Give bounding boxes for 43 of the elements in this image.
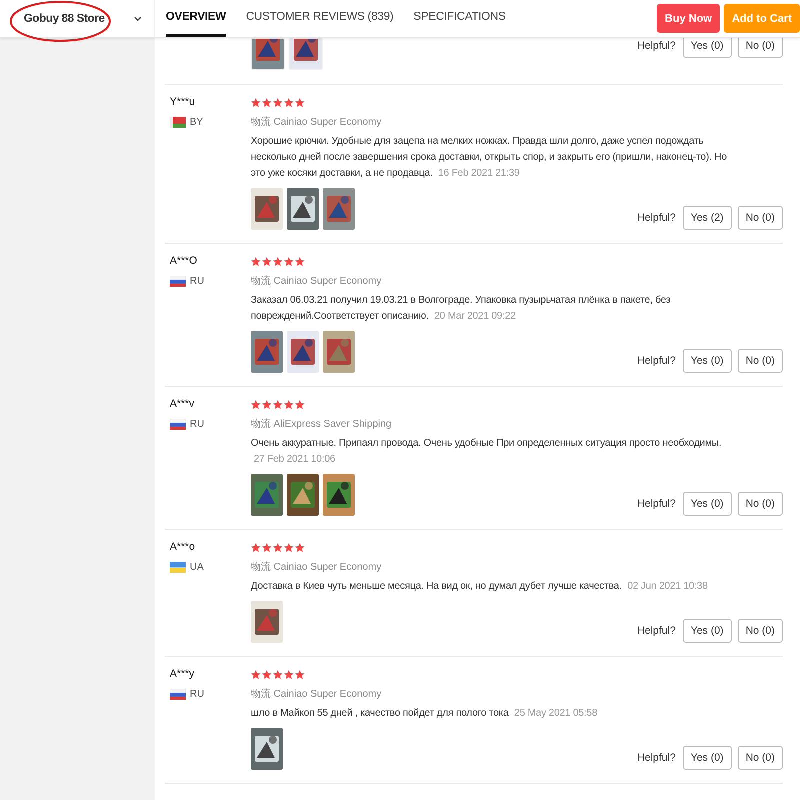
tab[interactable]: CUSTOMER REVIEWS (839) xyxy=(246,0,394,37)
reviewer-name: A***O xyxy=(170,255,198,267)
reviewer-name: A***y xyxy=(170,668,196,680)
helpful-label: Helpful? xyxy=(637,752,676,764)
country-code: UA xyxy=(190,562,204,573)
helpful-no-button[interactable]: No (0) xyxy=(738,206,783,230)
helpful-no-button[interactable]: No (0) xyxy=(738,492,783,516)
shipping-method: 物流 AliExpress Saver Shipping xyxy=(251,418,393,431)
helpful-yes-button[interactable]: Yes (0) xyxy=(682,349,732,373)
review-text: Хорошие крючки. Удобные для зацепа на мелких ножках. Правда шли долго, даже успел подождать несколько дней после завершения срока доставки, открыть спор, и закрыть его (пришли, наконец-то). Но это уже косяки доставки, а не продавца. 16 Feb 2021 21:39 xyxy=(251,135,728,181)
chevron-down-icon[interactable] xyxy=(134,16,142,22)
shipping-method: 物流 Cainiao Super Economy xyxy=(251,274,383,288)
helpful-label: Helpful? xyxy=(637,625,676,637)
country-code: RU xyxy=(190,689,204,700)
helpful-no-button[interactable]: No (0) xyxy=(738,38,783,58)
helpful-label: Helpful? xyxy=(637,498,676,510)
review-text: Заказал 06.03.21 получил 19.03.21 в Волгограде. Упаковка пузырьчатая плёнка в пакете, без повреждений.Соответствует описанию. 20 Mar 2021 09:22 xyxy=(251,294,672,324)
review-text: Очень аккуратные. Припаял провода. Очень удобные При определенных ситуация просто необходимы. 27 Feb 2021 10:06 xyxy=(251,437,723,467)
helpful-no-button[interactable]: No (0) xyxy=(738,349,783,373)
shipping-method: 物流 Cainiao Super Economy xyxy=(251,560,383,574)
tab[interactable]: OVERVIEW xyxy=(166,0,226,37)
helpful-yes-button[interactable]: Yes (2) xyxy=(682,206,732,230)
helpful-yes-button[interactable]: Yes (0) xyxy=(682,492,732,516)
country-code: BY xyxy=(190,117,204,128)
reviewer-name: A***o xyxy=(170,541,196,553)
helpful-yes-button[interactable]: Yes (0) xyxy=(682,38,732,58)
country-code: RU xyxy=(190,419,204,430)
helpful-no-button[interactable]: No (0) xyxy=(738,619,783,643)
helpful-label: Helpful? xyxy=(637,212,676,224)
buy-now-button[interactable]: Buy Now xyxy=(657,4,720,33)
review-text: Доставка в Киев чуть меньше месяца. На вид ок, но думал дубет лучше качества. 02 Jun 2021 10:38 xyxy=(251,580,709,594)
helpful-label: Helpful? xyxy=(637,355,676,367)
helpful-no-button[interactable]: No (0) xyxy=(738,746,783,770)
review-text: шло в Майкоп 55 дней , качество пойдет для полого тока 25 May 2021 05:58 xyxy=(251,707,598,721)
tab[interactable]: SPECIFICATIONS xyxy=(414,0,506,37)
helpful-yes-button[interactable]: Yes (0) xyxy=(682,746,732,770)
shipping-method: 物流 Cainiao Super Economy xyxy=(251,688,383,701)
helpful-yes-button[interactable]: Yes (0) xyxy=(682,619,732,643)
country-code: RU xyxy=(190,276,204,287)
helpful-label: Helpful? xyxy=(637,40,676,52)
shipping-method: 物流 Cainiao Super Economy xyxy=(251,116,383,129)
reviewer-name: A***v xyxy=(170,398,196,410)
reviewer-name: Y***u xyxy=(170,96,196,108)
